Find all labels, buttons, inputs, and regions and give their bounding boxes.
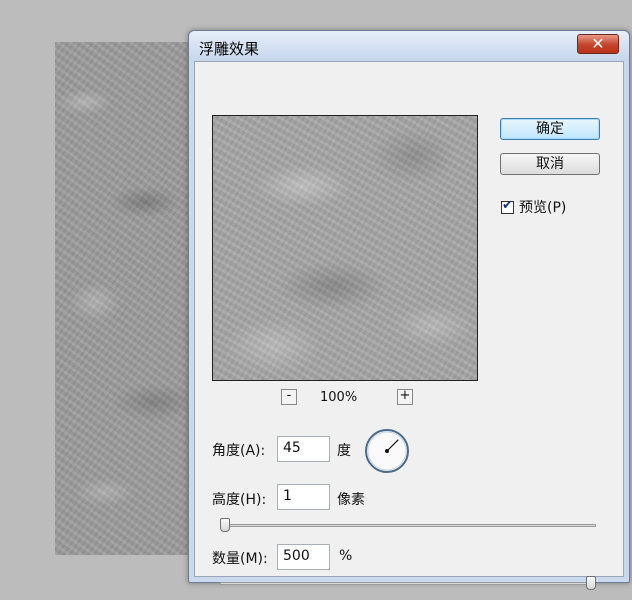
cancel-button[interactable]: 取消 bbox=[500, 153, 600, 175]
preview-checkbox[interactable]: ✔ bbox=[501, 197, 514, 214]
angle-dial-icon[interactable] bbox=[364, 428, 410, 474]
zoom-level: 100% bbox=[320, 390, 358, 405]
amount-unit: % bbox=[339, 548, 353, 564]
ok-button[interactable]: 确定 bbox=[500, 118, 600, 140]
height-slider-thumb[interactable] bbox=[220, 518, 230, 532]
height-unit: 像素 bbox=[337, 492, 365, 508]
title-bar[interactable]: 浮雕效果 ✕ bbox=[189, 31, 629, 61]
dialog-body: 确定 取消 ✔ 预览(P) - 100% + 角度(A): 45 度 高度(H)… bbox=[194, 61, 624, 590]
close-button[interactable]: ✕ bbox=[577, 34, 619, 54]
zoom-out-button[interactable]: - bbox=[281, 389, 297, 405]
preview-label: 预览(P) bbox=[519, 200, 567, 216]
angle-unit: 度 bbox=[337, 443, 351, 459]
close-icon: ✕ bbox=[591, 34, 605, 53]
height-input[interactable]: 1 bbox=[277, 484, 330, 510]
height-slider-track[interactable] bbox=[220, 524, 596, 527]
preview-image[interactable] bbox=[212, 115, 478, 381]
angle-input[interactable]: 45 bbox=[277, 436, 330, 462]
dialog-title: 浮雕效果 bbox=[199, 40, 260, 58]
amount-input[interactable]: 500 bbox=[277, 544, 330, 570]
height-label: 高度(H): bbox=[212, 492, 267, 508]
document-canvas bbox=[55, 42, 205, 555]
preview-toggle[interactable]: ✔ 预览(P) bbox=[501, 197, 566, 217]
angle-label: 角度(A): bbox=[212, 443, 266, 459]
emboss-dialog: 浮雕效果 ✕ 确定 取消 ✔ 预览(P) - 100% + 角度(A): 45 … bbox=[188, 30, 630, 590]
amount-slider-thumb[interactable] bbox=[586, 576, 596, 590]
amount-label: 数量(M): bbox=[212, 551, 268, 567]
amount-slider-track[interactable] bbox=[220, 582, 596, 585]
zoom-in-button[interactable]: + bbox=[397, 389, 413, 405]
checkmark-icon: ✔ bbox=[502, 197, 513, 213]
